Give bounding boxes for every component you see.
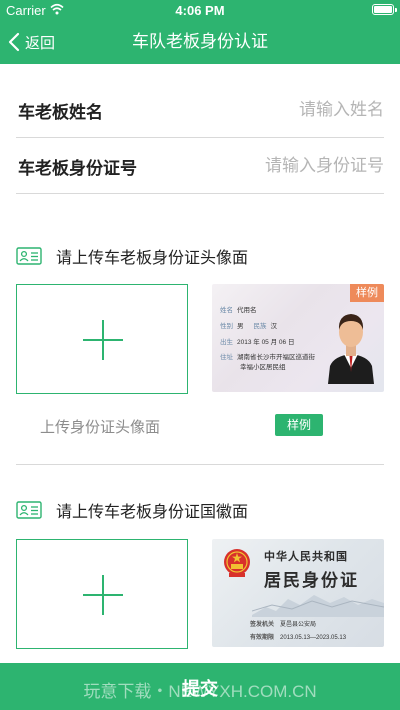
card-validity-field: 有效期限 2013.05.13—2023.05.13 xyxy=(250,635,347,641)
sample-badge: 样例 xyxy=(350,284,384,302)
owner-id-row: 车老板身份证号 xyxy=(16,138,384,194)
sample-button[interactable]: 样例 xyxy=(275,414,323,436)
nav-bar: 返回 车队老板身份认证 xyxy=(0,20,400,64)
portrait-icon xyxy=(328,314,374,384)
page-title: 车队老板身份认证 xyxy=(132,32,268,51)
owner-name-label: 车老板姓名 xyxy=(18,103,103,122)
plus-icon xyxy=(83,320,123,360)
submit-label: 提交 xyxy=(182,679,218,699)
card-address-field: 住址 湖南省长沙市开福区巡道街 xyxy=(220,354,315,361)
card-address-line2: 幸福小区居民组 xyxy=(240,364,286,371)
card-authority-field: 签发机关 夏邑县公安局 xyxy=(250,622,317,628)
id-card-icon xyxy=(16,247,42,265)
back-section-header: 请上传车老板身份证国徽面 xyxy=(16,498,248,522)
plus-icon xyxy=(83,575,123,615)
front-upload-box[interactable] xyxy=(16,284,188,394)
battery-icon xyxy=(372,4,397,15)
submit-button[interactable]: 玩意下载・NEWYXH.COM.CN 提交 xyxy=(0,663,400,710)
card-country: 中华人民共和国 xyxy=(264,550,348,563)
back-upload-box[interactable] xyxy=(16,539,188,649)
front-section-header: 请上传车老板身份证头像面 xyxy=(16,244,248,268)
card-name-field: 姓名 代用名 xyxy=(220,307,257,314)
national-emblem-icon xyxy=(224,549,250,577)
card-gender-field: 性别男民族汉 xyxy=(220,323,277,330)
owner-id-input[interactable] xyxy=(184,152,384,180)
card-birth-field: 出生 2013 年 05 月 06 日 xyxy=(220,339,295,346)
front-section-title: 请上传车老板身份证头像面 xyxy=(56,250,249,267)
status-bar: Carrier 4:06 PM xyxy=(0,0,400,20)
owner-id-label: 车老板身份证号 xyxy=(18,159,137,178)
back-section-title: 请上传车老板身份证国徽面 xyxy=(56,504,249,521)
front-sample-card: 样例 姓名 代用名 性别男民族汉 出生 2013 年 05 月 06 日 住址 湖南省… xyxy=(212,284,384,392)
owner-name-input[interactable] xyxy=(184,96,384,124)
great-wall-image xyxy=(252,595,384,617)
section-divider xyxy=(16,464,384,465)
clock: 4:06 PM xyxy=(175,3,225,18)
front-upload-caption: 上传身份证头像面 xyxy=(40,419,161,436)
back-sample-card: 中华人民共和国 居民身份证 签发机关 夏邑县公安局 有效期限 2013.05.13—… xyxy=(212,539,384,647)
owner-name-row: 车老板姓名 xyxy=(16,82,384,138)
id-card-icon xyxy=(16,501,42,519)
